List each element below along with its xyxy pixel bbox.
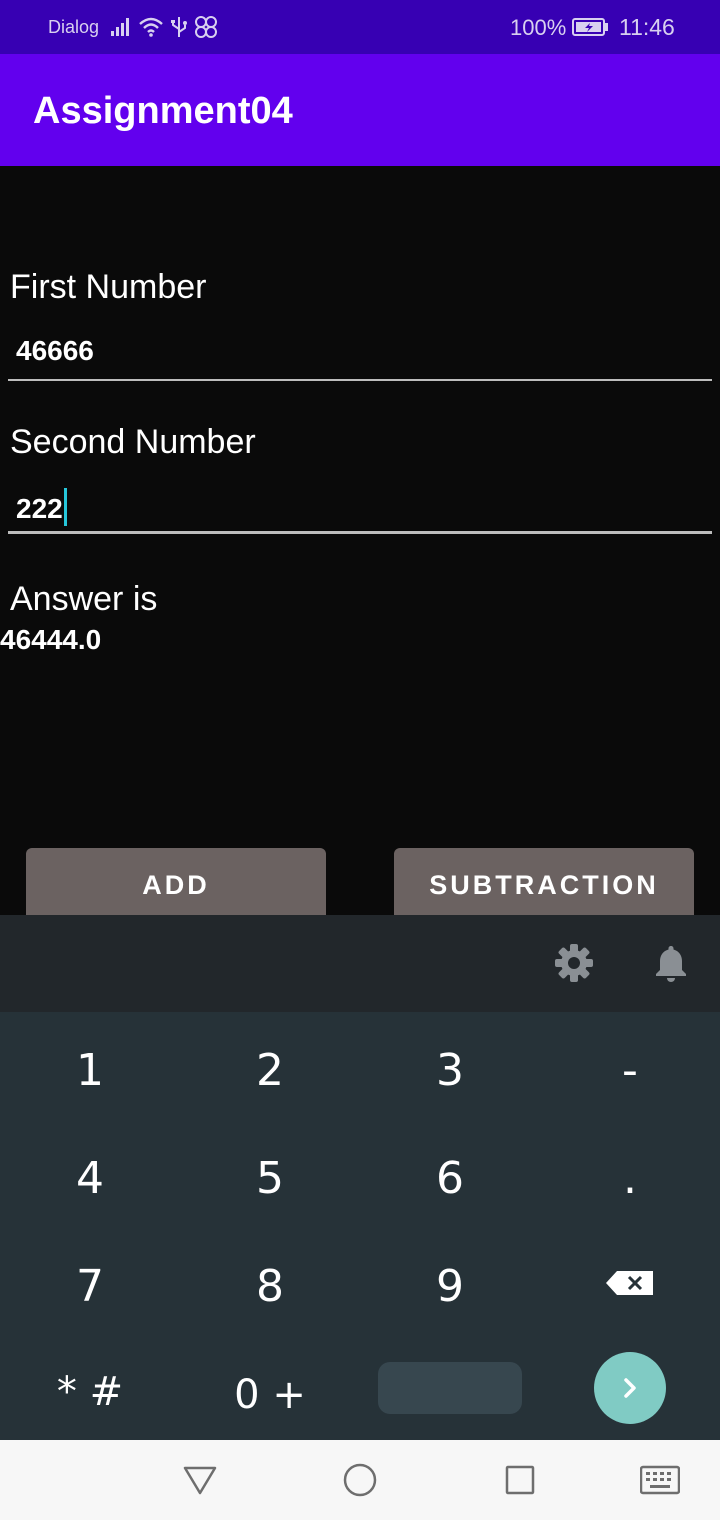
wifi-icon [139,17,163,37]
app-title: Assignment04 [33,90,293,132]
key-3[interactable]: 3 [360,1017,540,1124]
key-star-hash[interactable]: * # [0,1339,180,1446]
second-number-value: 222 [16,493,63,524]
backspace-key[interactable] [540,1227,720,1334]
first-number-value: 46666 [16,335,94,366]
signal-icon [111,18,129,36]
first-number-field[interactable]: 46666 [8,325,712,381]
status-icons [110,13,218,41]
key-6[interactable]: 6 [360,1125,540,1232]
link-icon [195,16,217,38]
key-2[interactable]: 2 [180,1017,360,1124]
keyboard-toolbar [0,915,720,1012]
text-cursor [63,488,67,526]
numeric-keyboard: 1 2 3 - 4 5 6 . 7 8 9 * # 0 + [0,1012,720,1440]
second-number-field[interactable]: 222 [8,478,712,534]
clock: 11:46 [619,14,675,40]
first-number-underline [8,379,712,381]
status-bar: Dialog 100% 11:46 [0,0,720,54]
key-1[interactable]: 1 [0,1017,180,1124]
navigation-bar [0,1440,720,1520]
space-key[interactable] [378,1362,522,1414]
key-minus[interactable]: - [540,1017,720,1124]
battery-percent: 100% [510,15,567,40]
recents-icon[interactable] [500,1460,540,1500]
second-number-underline [8,531,712,534]
chevron-right-icon [624,1378,636,1398]
second-number-label: Second Number [10,423,256,461]
key-decimal[interactable]: . [540,1125,720,1232]
first-number-label: First Number [10,268,207,306]
keyboard-icon[interactable] [640,1460,680,1500]
app-bar: Assignment04 [0,54,720,166]
back-icon[interactable] [180,1460,220,1500]
bell-icon[interactable] [651,943,691,983]
key-8[interactable]: 8 [180,1233,360,1340]
answer-label: Answer is [10,580,158,618]
key-9[interactable]: 9 [360,1233,540,1340]
go-key[interactable] [594,1352,666,1424]
key-7[interactable]: 7 [0,1233,180,1340]
answer-value: 46444.0 [0,624,102,655]
usb-icon [171,17,187,37]
key-zero-plus[interactable]: 0 + [180,1342,360,1449]
battery-charging-icon [572,18,608,36]
key-4[interactable]: 4 [0,1125,180,1232]
home-icon[interactable] [340,1460,380,1500]
backspace-icon [606,1271,653,1295]
key-5[interactable]: 5 [180,1125,360,1232]
gear-icon[interactable] [554,943,594,983]
second-number-value-wrap: 222 [16,488,67,526]
carrier-label: Dialog [48,17,100,37]
